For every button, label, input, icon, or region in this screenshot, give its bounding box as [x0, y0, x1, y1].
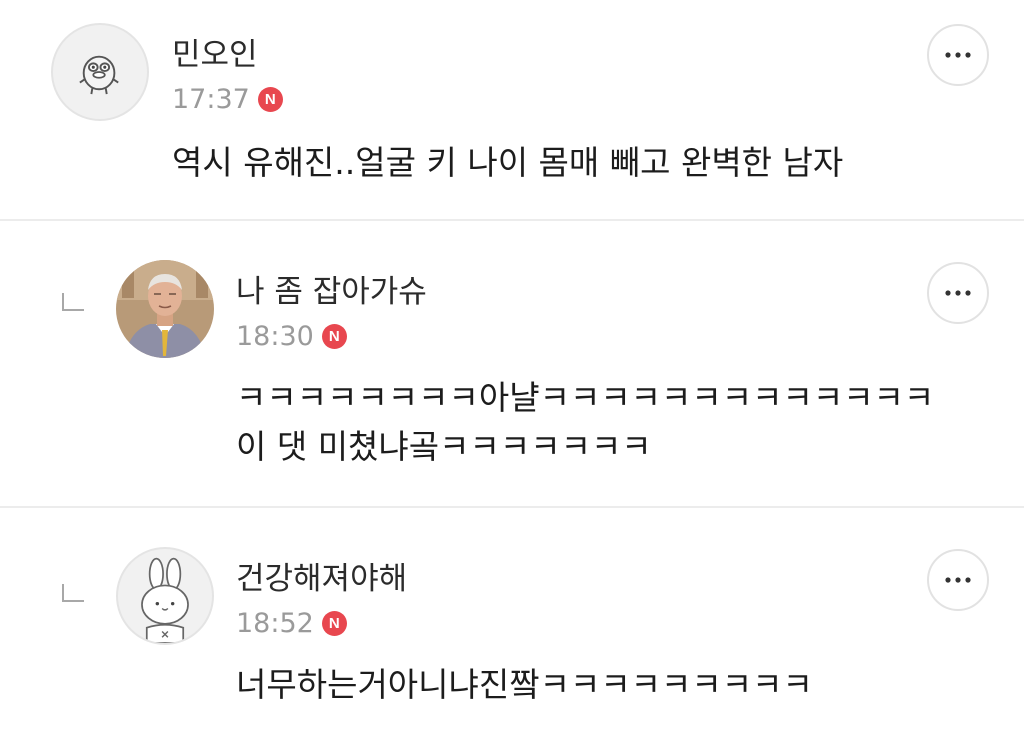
comment-text: 역시 유해진..얼굴 키 나이 몸매 빼고 완벽한 남자	[172, 138, 843, 187]
reply-indicator-icon	[62, 584, 84, 602]
comment-meta: 18:52 N	[236, 610, 347, 637]
comment-text-line: 너무하는거아니냐진짴ㅋㅋㅋㅋㅋㅋㅋㅋㅋ	[236, 665, 813, 704]
more-options-button[interactable]	[927, 549, 989, 611]
more-options-button[interactable]	[927, 24, 989, 86]
more-options-button[interactable]	[927, 262, 989, 324]
new-badge: N	[321, 611, 347, 636]
comment-text-line: 역시 유해진..얼굴 키 나이 몸매 빼고 완벽한 남자	[172, 143, 844, 182]
new-badge: N	[257, 87, 283, 112]
comment-username[interactable]: 건강해져야해	[236, 564, 407, 595]
comment-meta: 17:37 N	[172, 86, 283, 113]
avatar[interactable]	[116, 547, 214, 645]
comment-item: 민오인 17:37 N 역시 유해진..얼굴 키 나이 몸매 빼고 완벽한 남자	[0, 0, 1024, 219]
reply-comment-item: 건강해져야해 18:52 N 너무하는거아니냐진짴ㅋㅋㅋㅋㅋㅋㅋㅋㅋ	[0, 508, 1024, 742]
elderly-man-photo	[116, 260, 214, 358]
comment-text-line: 이 댓 미쳤냐곸ㅋㅋㅋㅋㅋㅋㅋ	[236, 427, 652, 466]
reply-indicator-icon	[62, 293, 84, 311]
reply-comment-item: 나 좀 잡아가슈 18:30 N ㅋㅋㅋㅋㅋㅋㅋㅋ아냘ㅋㅋㅋㅋㅋㅋㅋㅋㅋㅋㅋㅋㅋ…	[0, 221, 1024, 506]
comment-time: 18:52	[236, 608, 314, 639]
avatar[interactable]	[116, 260, 214, 358]
comment-username[interactable]: 나 좀 잡아가슈	[236, 277, 427, 308]
more-dots-icon	[945, 52, 971, 58]
comment-text: 너무하는거아니냐진짴ㅋㅋㅋㅋㅋㅋㅋㅋㅋ	[236, 660, 813, 709]
more-dots-icon	[945, 577, 971, 583]
comment-text-line: ㅋㅋㅋㅋㅋㅋㅋㅋ아냘ㅋㅋㅋㅋㅋㅋㅋㅋㅋㅋㅋㅋㅋ	[236, 378, 935, 417]
more-dots-icon	[945, 290, 971, 296]
comment-text: ㅋㅋㅋㅋㅋㅋㅋㅋ아냘ㅋㅋㅋㅋㅋㅋㅋㅋㅋㅋㅋㅋㅋ 이 댓 미쳤냐곸ㅋㅋㅋㅋㅋㅋㅋ	[236, 373, 934, 471]
new-badge: N	[321, 324, 347, 349]
comment-time: 18:30	[236, 321, 314, 352]
comment-meta: 18:30 N	[236, 323, 347, 350]
comment-username[interactable]: 민오인	[172, 40, 258, 71]
rabbit-character-icon	[141, 557, 189, 643]
comment-time: 17:37	[172, 84, 250, 115]
avatar[interactable]	[51, 23, 149, 121]
duck-character-icon	[79, 55, 119, 95]
